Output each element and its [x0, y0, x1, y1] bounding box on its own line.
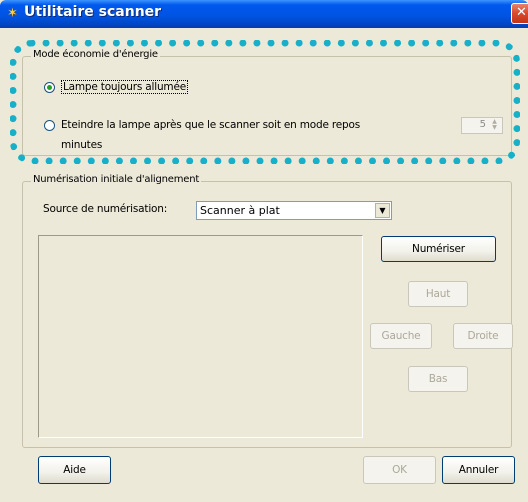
cancel-button[interactable]: Annuler: [442, 456, 515, 484]
scan-button-label: Numériser: [412, 243, 465, 255]
alignment-group-label: Numérisation initiale d'alignement: [31, 174, 202, 185]
up-button-label: Haut: [425, 288, 451, 300]
cancel-button-label: Annuler: [458, 464, 499, 476]
help-button[interactable]: Aide: [38, 456, 111, 484]
title-bar[interactable]: ✶ Utilitaire scanner ✕: [0, 0, 528, 28]
ok-button[interactable]: OK: [363, 456, 436, 484]
window-title: Utilitaire scanner: [24, 4, 162, 20]
scan-source-label: Source de numérisation:: [43, 203, 168, 215]
left-button-label: Gauche: [381, 330, 421, 342]
chevron-down-icon[interactable]: ▼: [375, 203, 390, 218]
up-button[interactable]: Haut: [408, 281, 468, 307]
radio-button-checked[interactable]: [44, 81, 55, 93]
close-icon: ✕: [516, 5, 527, 20]
idle-minutes-spinner[interactable]: 5 ▲ ▼: [461, 117, 503, 134]
radio-lamp-always-on-label: Lampe toujours allumée: [61, 80, 188, 94]
right-button[interactable]: Droite: [453, 323, 513, 349]
radio-button-unchecked[interactable]: [44, 119, 55, 131]
ok-button-label: OK: [392, 464, 407, 476]
scanner-utility-dialog: ✶ Utilitaire scanner ✕ Mode économie d'é…: [0, 0, 528, 502]
spinner-arrows-icon[interactable]: ▲ ▼: [488, 119, 501, 132]
scan-source-value: Scanner à plat: [200, 204, 280, 217]
close-button[interactable]: ✕: [511, 3, 528, 24]
scanner-app-icon: ✶: [7, 6, 18, 21]
scan-preview-area: [38, 235, 363, 438]
minutes-label: minutes: [61, 139, 103, 151]
scan-source-select[interactable]: Scanner à plat ▼: [196, 201, 392, 220]
left-button[interactable]: Gauche: [370, 323, 432, 349]
help-button-label: Aide: [63, 464, 86, 476]
radio-lamp-always-on[interactable]: Lampe toujours allumée: [44, 80, 188, 94]
radio-lamp-off-after-idle[interactable]: Eteindre la lampe après que le scanner s…: [44, 119, 360, 131]
power-saving-group-label: Mode économie d'énergie: [31, 49, 160, 60]
scan-button[interactable]: Numériser: [381, 236, 496, 262]
radio-lamp-off-label: Eteindre la lampe après que le scanner s…: [61, 119, 360, 131]
right-button-label: Droite: [467, 330, 499, 342]
down-button-label: Bas: [428, 373, 448, 385]
down-button[interactable]: Bas: [408, 366, 468, 392]
idle-minutes-value: 5: [479, 119, 486, 130]
